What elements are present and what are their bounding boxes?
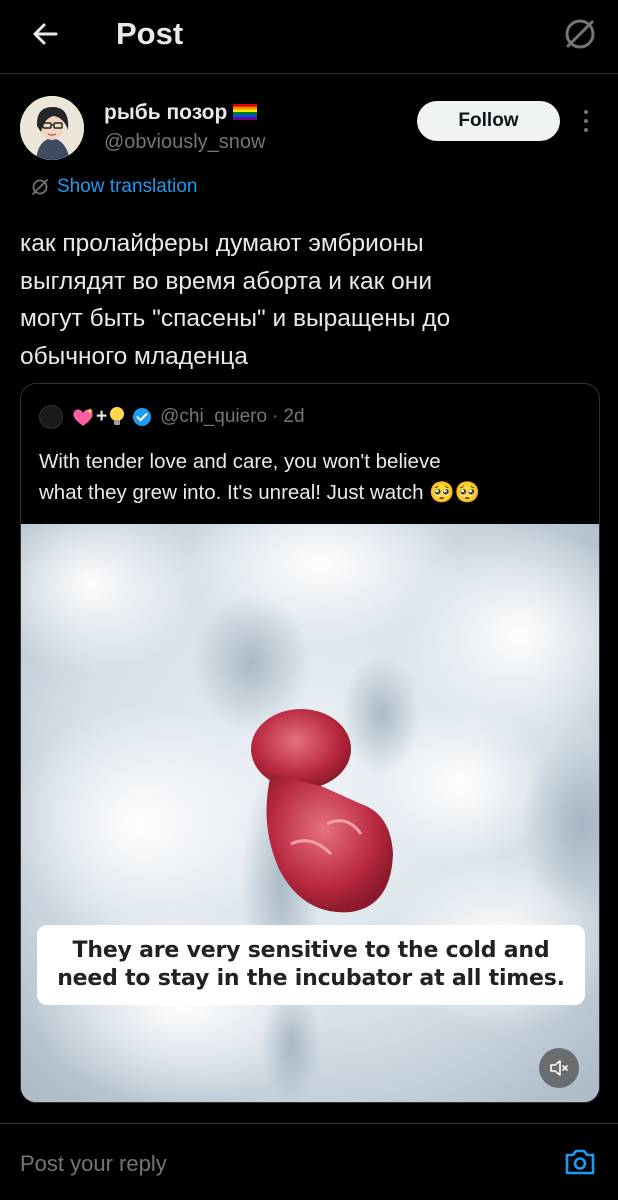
post-body: как пролайферы думают эмбрионы выглядят … <box>20 225 600 375</box>
follow-button[interactable]: Follow <box>417 101 560 141</box>
author-display-name[interactable]: рыбь позор <box>104 100 258 126</box>
quoted-handle: @chi_quiero <box>160 406 268 427</box>
show-translation-label: Show translation <box>57 176 198 197</box>
camera-button[interactable] <box>562 1144 598 1180</box>
arrow-left-icon <box>33 23 58 45</box>
verified-badge-icon <box>133 408 152 426</box>
post-text-line: обычного младенца <box>20 342 248 370</box>
quoted-name-plus: + <box>96 406 108 427</box>
avatar[interactable] <box>20 96 84 160</box>
page-title: Post <box>116 16 184 51</box>
light-bulb-emoji-icon <box>110 407 125 425</box>
avatar-illustration <box>20 96 84 160</box>
video-caption-line: They are very sensitive to the cold and <box>72 938 550 963</box>
video-caption-line: need to stay in the incubator at all tim… <box>57 966 565 991</box>
quoted-post-body: With tender love and care, you won't bel… <box>39 446 584 508</box>
video-caption: They are very sensitive to the cold and … <box>37 925 585 1005</box>
camera-icon <box>565 1149 595 1175</box>
video-frame <box>21 524 599 1102</box>
reply-input[interactable]: Post your reply <box>20 1150 167 1178</box>
mute-button[interactable] <box>539 1048 579 1088</box>
post-text-line: как пролайферы думают эмбрионы <box>20 230 424 257</box>
reply-bar: Post your reply <box>0 1123 618 1200</box>
quoted-display-name: + <box>71 405 126 429</box>
post-text-line: выглядят во время аборта и как они <box>20 267 433 295</box>
back-button[interactable] <box>26 14 66 54</box>
sparkling-heart-emoji-icon <box>73 408 93 426</box>
rainbow-flag-icon <box>233 104 258 120</box>
post-text-line: могут быть "спасены" и выращены до <box>20 305 451 332</box>
translate-toggle-button[interactable] <box>560 14 600 54</box>
quoted-avatar <box>39 405 63 429</box>
speaker-muted-icon <box>550 1060 568 1076</box>
more-options-button[interactable] <box>574 108 598 134</box>
quoted-text-line: what they grew into. It's unreal! Just w… <box>39 481 481 504</box>
quoted-post-header: + @chi_quiero · 2d <box>39 403 305 431</box>
author-name-text: рыбь позор <box>104 101 228 124</box>
quoted-separator: · <box>272 406 279 427</box>
top-bar: Post <box>0 0 618 74</box>
slashed-circle-icon <box>565 19 595 49</box>
slashed-circle-icon <box>32 179 48 195</box>
quoted-timestamp: 2d <box>283 406 305 427</box>
author-handle[interactable]: @obviously_snow <box>104 130 266 154</box>
quoted-post[interactable]: + @chi_quiero · 2d With tender love and … <box>20 383 600 1103</box>
vertical-ellipsis-icon <box>584 110 588 132</box>
post-author: рыбь позор @obviously_snow Follow <box>0 74 618 174</box>
video-player[interactable]: They are very sensitive to the cold and … <box>21 524 599 1102</box>
show-translation-link[interactable]: Show translation <box>30 175 197 199</box>
quoted-text-line: With tender love and care, you won't bel… <box>39 450 441 473</box>
